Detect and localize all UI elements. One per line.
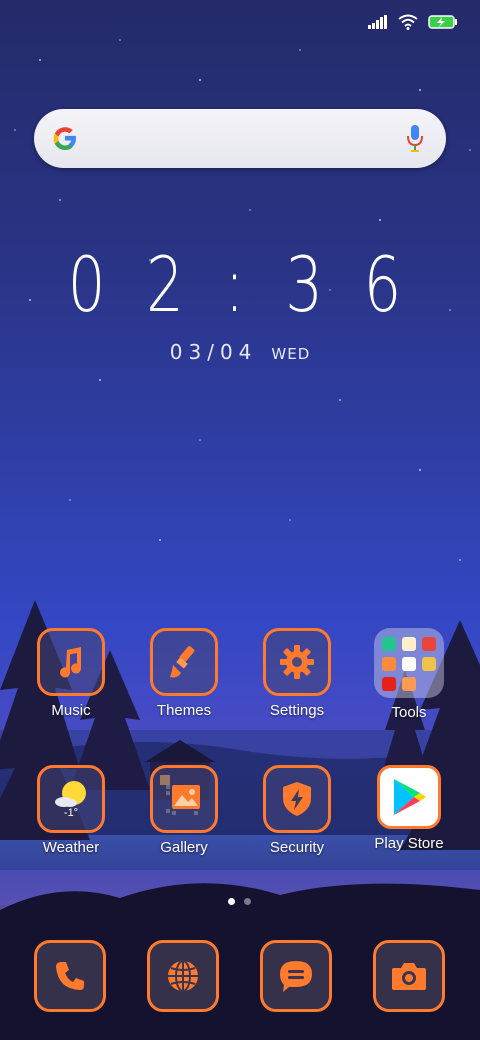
mini-app-icon — [422, 637, 436, 651]
app-label: Security — [269, 839, 325, 856]
signal-icon — [368, 15, 387, 29]
gallery-image-icon — [150, 765, 218, 833]
dock-phone[interactable] — [15, 940, 125, 1012]
app-tools-folder[interactable]: Tools — [354, 628, 464, 721]
app-gallery[interactable]: Gallery — [129, 765, 239, 856]
page-dot[interactable] — [244, 898, 251, 905]
clock-time[interactable]: 0 2 : 3 6 — [53, 240, 427, 329]
app-label: Music — [51, 702, 91, 719]
mini-app-icon — [402, 677, 416, 691]
play-store-icon — [377, 765, 441, 829]
mini-app-icon — [422, 657, 436, 671]
shield-bolt-icon — [263, 765, 331, 833]
clock-date: 03/04 WED — [0, 340, 480, 364]
google-search-bar[interactable] — [34, 109, 446, 168]
mini-app-icon — [382, 677, 396, 691]
gear-icon — [263, 628, 331, 696]
mini-app-icon — [402, 637, 416, 651]
mini-app-icon — [402, 657, 416, 671]
paintbrush-icon — [150, 628, 218, 696]
google-logo — [53, 127, 76, 150]
app-label: Play Store — [374, 835, 444, 852]
app-label: Themes — [156, 702, 212, 719]
app-label: Settings — [269, 702, 325, 719]
app-themes[interactable]: Themes — [129, 628, 239, 719]
app-security[interactable]: Security — [242, 765, 352, 856]
date-text: 03/04 — [169, 340, 258, 364]
app-label: Weather — [42, 839, 100, 856]
battery-charging-icon — [428, 15, 457, 29]
page-dot-active[interactable] — [228, 898, 235, 905]
app-settings[interactable]: Settings — [242, 628, 352, 719]
dock-browser[interactable] — [128, 940, 238, 1012]
mini-app-icon — [382, 637, 396, 651]
app-play-store[interactable]: Play Store — [354, 765, 464, 852]
chat-bubble-icon — [260, 940, 332, 1012]
microphone-icon[interactable] — [406, 124, 424, 152]
weather-sun-cloud-icon: -1° — [37, 765, 105, 833]
weekday-text: WED — [271, 345, 311, 363]
status-bar — [368, 10, 458, 34]
app-weather[interactable]: -1° Weather — [16, 765, 126, 856]
camera-icon — [373, 940, 445, 1012]
page-indicator[interactable] — [228, 898, 251, 905]
dock-messages[interactable] — [241, 940, 351, 1012]
app-music[interactable]: Music — [16, 628, 126, 719]
mini-app-icon — [382, 657, 396, 671]
dock-camera[interactable] — [354, 940, 464, 1012]
globe-icon — [147, 940, 219, 1012]
app-label: Tools — [391, 704, 427, 721]
folder-icon — [374, 628, 444, 698]
app-label: Gallery — [160, 839, 208, 856]
wifi-icon — [398, 14, 418, 30]
music-note-icon — [37, 628, 105, 696]
phone-icon — [34, 940, 106, 1012]
weather-temperature: -1° — [63, 807, 79, 819]
